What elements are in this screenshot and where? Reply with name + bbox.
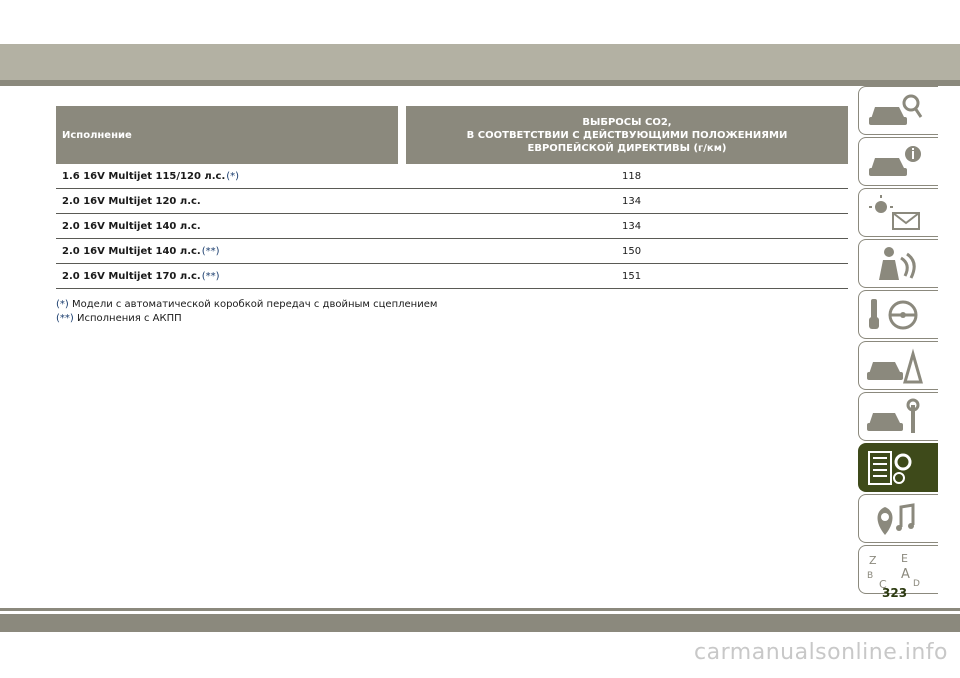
tab-maintenance[interactable] xyxy=(858,392,938,441)
svg-text:Z: Z xyxy=(869,554,877,567)
tab-safety[interactable] xyxy=(858,239,938,288)
header-co2-emissions: ВЫБРОСЫ СО2, В СООТВЕТСТВИИ С ДЕЙСТВУЮЩИ… xyxy=(406,106,848,164)
footnote-mark: (*) xyxy=(56,299,69,310)
tab-dashboard[interactable] xyxy=(858,137,938,186)
chapter-tabs: Z E B A C D xyxy=(858,86,938,596)
co2-value: 150 xyxy=(622,245,642,257)
car-wrench-icon xyxy=(867,398,920,433)
table-row: 2.0 16V Multijet 140 л.с. (**) 150 xyxy=(56,239,848,264)
tab-multimedia[interactable] xyxy=(858,494,938,543)
engine-label: 2.0 16V Multijet 140 л.с. xyxy=(62,245,201,257)
table-row: 2.0 16V Multijet 170 л.с. (**) 151 xyxy=(56,264,848,289)
svg-text:B: B xyxy=(867,571,873,581)
seat-person-icon xyxy=(879,247,916,280)
key-steering-icon xyxy=(869,299,918,330)
top-band xyxy=(0,44,960,80)
page-number: 323 xyxy=(882,586,908,600)
car-info-icon xyxy=(869,146,921,176)
svg-text:A: A xyxy=(901,567,910,582)
engine-cell: 1.6 16V Multijet 115/120 л.с. (*) xyxy=(62,164,239,188)
engine-label: 2.0 16V Multijet 140 л.с. xyxy=(62,220,201,232)
engine-cell: 2.0 16V Multijet 140 л.с. xyxy=(62,214,202,238)
bottom-band xyxy=(0,614,960,632)
footnote-item: (*) Модели с автоматической коробкой пер… xyxy=(56,298,437,312)
tab-emergency[interactable] xyxy=(858,341,938,390)
emissions-table: Исполнение ВЫБРОСЫ СО2, В СООТВЕТСТВИИ С… xyxy=(56,106,848,289)
list-gear-icon xyxy=(868,451,912,485)
header-version: Исполнение xyxy=(56,106,398,164)
footnote-mark: (*) xyxy=(226,170,240,182)
tab-starting-driving[interactable] xyxy=(858,290,938,339)
engine-cell: 2.0 16V Multijet 120 л.с. xyxy=(62,189,202,213)
engine-cell: 2.0 16V Multijet 140 л.с. (**) xyxy=(62,239,220,263)
co2-value: 134 xyxy=(622,195,642,207)
footnote-item: (**) Исполнения с АКПП xyxy=(56,312,437,326)
co2-value: 151 xyxy=(622,270,642,282)
tab-getting-to-know[interactable] xyxy=(858,86,938,135)
bottom-stripe xyxy=(0,608,960,611)
car-search-icon xyxy=(869,94,923,125)
location-music-icon xyxy=(877,503,915,535)
top-stripe xyxy=(0,80,960,86)
table-row: 1.6 16V Multijet 115/120 л.с. (*) 118 xyxy=(56,164,848,189)
co2-value: 118 xyxy=(622,170,642,182)
table-row: 2.0 16V Multijet 140 л.с. 134 xyxy=(56,214,848,239)
tab-warning-lights[interactable] xyxy=(858,188,938,237)
co2-value: 134 xyxy=(622,220,642,232)
engine-cell: 2.0 16V Multijet 170 л.с. (**) xyxy=(62,264,220,288)
car-breakdown-icon xyxy=(867,348,923,384)
tab-technical-specifications[interactable] xyxy=(858,443,938,492)
footnote-text: Модели с автоматической коробкой передач… xyxy=(72,299,438,310)
watermark: carmanualsonline.info xyxy=(694,640,948,665)
table-header: Исполнение ВЫБРОСЫ СО2, В СООТВЕТСТВИИ С… xyxy=(56,106,848,164)
engine-label: 2.0 16V Multijet 170 л.с. xyxy=(62,270,201,282)
footnote-text: Исполнения с АКПП xyxy=(77,313,182,324)
alphabet-index-icon: Z E B A C D xyxy=(867,552,920,590)
svg-text:E: E xyxy=(901,552,908,565)
engine-label: 2.0 16V Multijet 120 л.с. xyxy=(62,195,201,207)
footnote-mark: (**) xyxy=(201,245,220,257)
footnote-mark: (**) xyxy=(56,313,74,324)
footnote-mark: (**) xyxy=(201,270,220,282)
warning-light-message-icon xyxy=(869,195,920,230)
footnotes: (*) Модели с автоматической коробкой пер… xyxy=(56,298,437,326)
svg-text:D: D xyxy=(913,579,920,589)
table-row: 2.0 16V Multijet 120 л.с. 134 xyxy=(56,189,848,214)
engine-label: 1.6 16V Multijet 115/120 л.с. xyxy=(62,170,226,182)
